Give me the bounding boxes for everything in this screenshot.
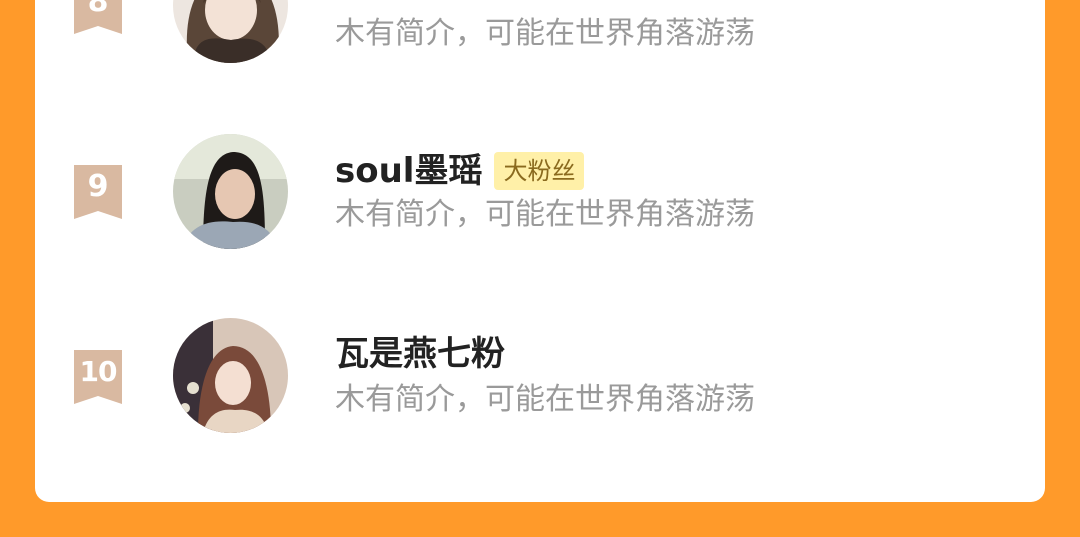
avatar-photo-woman-icon[interactable] — [173, 134, 288, 249]
rank-badge: 9 — [72, 165, 124, 219]
avatar-anime-girl-icon[interactable] — [173, 0, 288, 63]
rank-number: 10 — [79, 355, 118, 388]
rank-number: 8 — [87, 0, 109, 19]
list-item-rank-9[interactable]: 9 soul墨瑶 大粉丝 木有简介，可能在世界角落游荡 — [0, 133, 1080, 253]
list-item-rank-10[interactable]: 10 瓦是燕七粉 木有简介，可能在世界角落游荡 — [0, 318, 1080, 438]
fan-level-badge: 大粉丝 — [494, 152, 585, 190]
rank-badge: 10 — [72, 350, 124, 404]
user-name: soul墨瑶 — [335, 151, 483, 191]
user-bio: 木有简介，可能在世界角落游荡 — [335, 16, 755, 51]
user-bio: 木有简介，可能在世界角落游荡 — [335, 382, 755, 417]
user-bio: 木有简介，可能在世界角落游荡 — [335, 197, 755, 232]
list-item-rank-8[interactable]: 8 木有简介，可能在世界角落游荡 — [0, 0, 1080, 80]
rank-number: 9 — [87, 169, 109, 204]
rank-badge: 8 — [72, 0, 124, 34]
user-name: 瓦是燕七粉 — [335, 334, 505, 374]
avatar-anime-pair-icon[interactable] — [173, 318, 288, 433]
